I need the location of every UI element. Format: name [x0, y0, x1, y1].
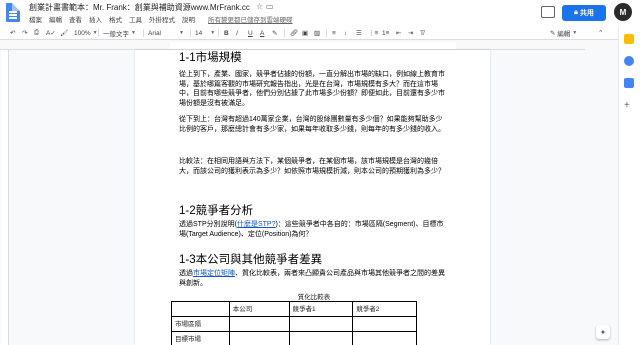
table-cell[interactable] [171, 301, 230, 317]
explore-button[interactable]: ✦ [596, 325, 610, 339]
style-select[interactable]: 一般文字 ▼ [103, 28, 136, 38]
tasks-icon[interactable] [624, 56, 634, 66]
numbered-list-icon[interactable]: 1≡ [382, 28, 389, 38]
table-header-row: 本公司 競爭者1 競爭者2 [171, 301, 417, 317]
table-cell[interactable]: 目標市場 [171, 331, 230, 345]
stp-link[interactable]: 什麼是STP? [237, 221, 276, 228]
text: 透過 [179, 270, 193, 277]
table-cell[interactable] [352, 316, 417, 332]
table-cell[interactable] [352, 331, 417, 345]
heading-market-size: 1-1市場規模 [179, 52, 242, 64]
print-icon[interactable]: ⎙ [34, 28, 39, 38]
calendar-icon[interactable] [624, 78, 634, 88]
last-edit-status[interactable]: 所有變更都已儲存到雲端硬碟 [208, 14, 293, 24]
redo-icon[interactable]: ↷ [22, 28, 27, 38]
text-color-button[interactable]: A [260, 28, 264, 38]
positioning-matrix-link[interactable]: 市場定位矩陣 [193, 270, 235, 277]
table-cell[interactable] [228, 331, 290, 345]
text: 透過STP分別說明( [179, 221, 237, 228]
image-icon[interactable]: ▨ [314, 28, 320, 38]
heading-competitor-analysis: 1-2競爭者分析 [179, 205, 254, 217]
underline-button[interactable]: U [248, 28, 253, 38]
paint-format-icon[interactable]: 🖌︎ [60, 28, 68, 38]
table-cell[interactable]: 市場區隔 [171, 316, 230, 332]
paragraph: 從上到下，產業、國家，競爭者佔據的份額，一直分解出市場的缺口，例如線上教育市場，… [179, 71, 445, 107]
comments-icon[interactable] [541, 6, 555, 18]
decrease-indent-icon[interactable]: ⇤ [396, 28, 401, 38]
share-button[interactable]: 🔒︎ 共用 [562, 5, 606, 21]
font-size-select[interactable]: 14 ▼ [195, 28, 215, 38]
italic-button[interactable]: I [236, 28, 238, 38]
menu-insert[interactable]: 插入 [89, 14, 102, 24]
vertical-ruler[interactable] [0, 50, 9, 345]
table-cell[interactable] [288, 316, 354, 332]
zoom-select[interactable]: 100% ▼ [74, 28, 98, 38]
menu-bar: 檔案 編輯 查看 插入 格式 工具 外掛程式 說明 所有變更都已儲存到雲端硬碟 [29, 14, 293, 24]
font-size-value: 14 [195, 29, 203, 37]
bulleted-list-icon[interactable]: ⋮≡ [368, 28, 378, 38]
menu-edit[interactable]: 編輯 [49, 14, 62, 24]
align-icon[interactable]: ≡ [332, 28, 336, 38]
side-panel [618, 26, 640, 345]
undo-icon[interactable]: ↶ [10, 28, 15, 38]
line-spacing-icon[interactable]: ↕ [344, 28, 347, 38]
formatting-toolbar: ↶ ↷ ⎙ A✓ 🖌︎ 100% ▼ 一般文字 ▼ Arial ▼ 14 ▼ B I U… [0, 26, 640, 40]
bold-button[interactable]: B [224, 28, 229, 38]
share-label: 共用 [579, 10, 594, 17]
table-cell[interactable] [288, 331, 354, 345]
menu-view[interactable]: 查看 [69, 14, 82, 24]
document-title[interactable]: 創業計畫書範本：Mr. Frank：創業與補助資源www.MrFrank.cc [29, 2, 250, 13]
menu-addons[interactable]: 外掛程式 [149, 14, 175, 24]
table-cell[interactable] [228, 316, 290, 332]
font-value: Arial [148, 29, 162, 37]
star-icon[interactable]: ☆ [256, 2, 263, 11]
docs-logo-icon[interactable] [6, 3, 20, 22]
move-folder-icon[interactable]: ▭ [266, 2, 274, 11]
comment-add-icon[interactable]: ▣ [302, 28, 308, 38]
paragraph: 比較法：在相同用語與方法下，某個競爭者，在某個市場，該市場規模是台灣的幾倍大，而… [179, 158, 445, 175]
spellcheck-icon[interactable]: A✓ [46, 28, 56, 38]
heading-differentiation: 1-3本公司與其他競爭者差異 [179, 254, 323, 266]
table-caption: 質化比較表 [297, 294, 331, 301]
table-cell[interactable]: 競爭者2 [352, 301, 417, 317]
zoom-value: 100% [74, 29, 91, 37]
avatar[interactable]: M [614, 3, 632, 21]
paragraph: 從下到上：台灣有超過140萬家企業，台灣的股絲團數量有多少個？如果能夠幫助多少比… [179, 116, 445, 133]
clear-format-icon[interactable]: T̸ [420, 28, 424, 38]
lock-icon: 🔒︎ [574, 9, 578, 16]
app-header: 創業計畫書範本：Mr. Frank：創業與補助資源www.MrFrank.cc … [0, 0, 640, 26]
table-cell[interactable]: 本公司 [228, 301, 290, 317]
paragraph: 透過STP分別說明(什麼是STP?)：這些競爭者中各自的：市場區隔(Segmen… [179, 220, 449, 239]
increase-indent-icon[interactable]: ⇥ [408, 28, 413, 38]
horizontal-ruler[interactable] [0, 41, 585, 50]
checklist-icon[interactable]: ☰ [356, 28, 362, 38]
editing-mode-select[interactable]: ✎ 編輯 ▼ [550, 28, 577, 38]
link-icon[interactable]: 🔗︎ [290, 28, 298, 38]
style-value: 一般文字 [103, 31, 129, 38]
menu-format[interactable]: 格式 [109, 14, 122, 24]
comparison-table[interactable]: 本公司 競爭者1 競爭者2 市場區隔 目標市場 [171, 301, 417, 345]
table-row: 市場區隔 [171, 316, 417, 332]
menu-help[interactable]: 說明 [182, 14, 195, 24]
table-cell[interactable]: 競爭者1 [288, 301, 354, 317]
table-row: 目標市場 [171, 331, 417, 345]
font-select[interactable]: Arial ▼ [148, 28, 184, 38]
keep-icon[interactable] [624, 34, 634, 44]
menu-tools[interactable]: 工具 [129, 14, 142, 24]
get-addons-icon[interactable]: + [624, 100, 630, 111]
mode-value: 編輯 [557, 31, 571, 38]
document-page[interactable]: 1-1市場規模 從上到下，產業、國家，競爭者佔據的份額，一直分解出市場的缺口，例… [135, 50, 490, 345]
highlight-icon[interactable]: ✎ [272, 28, 277, 38]
collapse-toolbar-icon[interactable]: ⌃ [598, 28, 603, 38]
paragraph: 透過市場定位矩陣、質化比較表，兩者來凸顯貴公司產品與市場其他競爭者之間的差異與創… [179, 269, 449, 288]
menu-file[interactable]: 檔案 [29, 14, 42, 24]
pencil-icon: ✎ [550, 30, 556, 37]
